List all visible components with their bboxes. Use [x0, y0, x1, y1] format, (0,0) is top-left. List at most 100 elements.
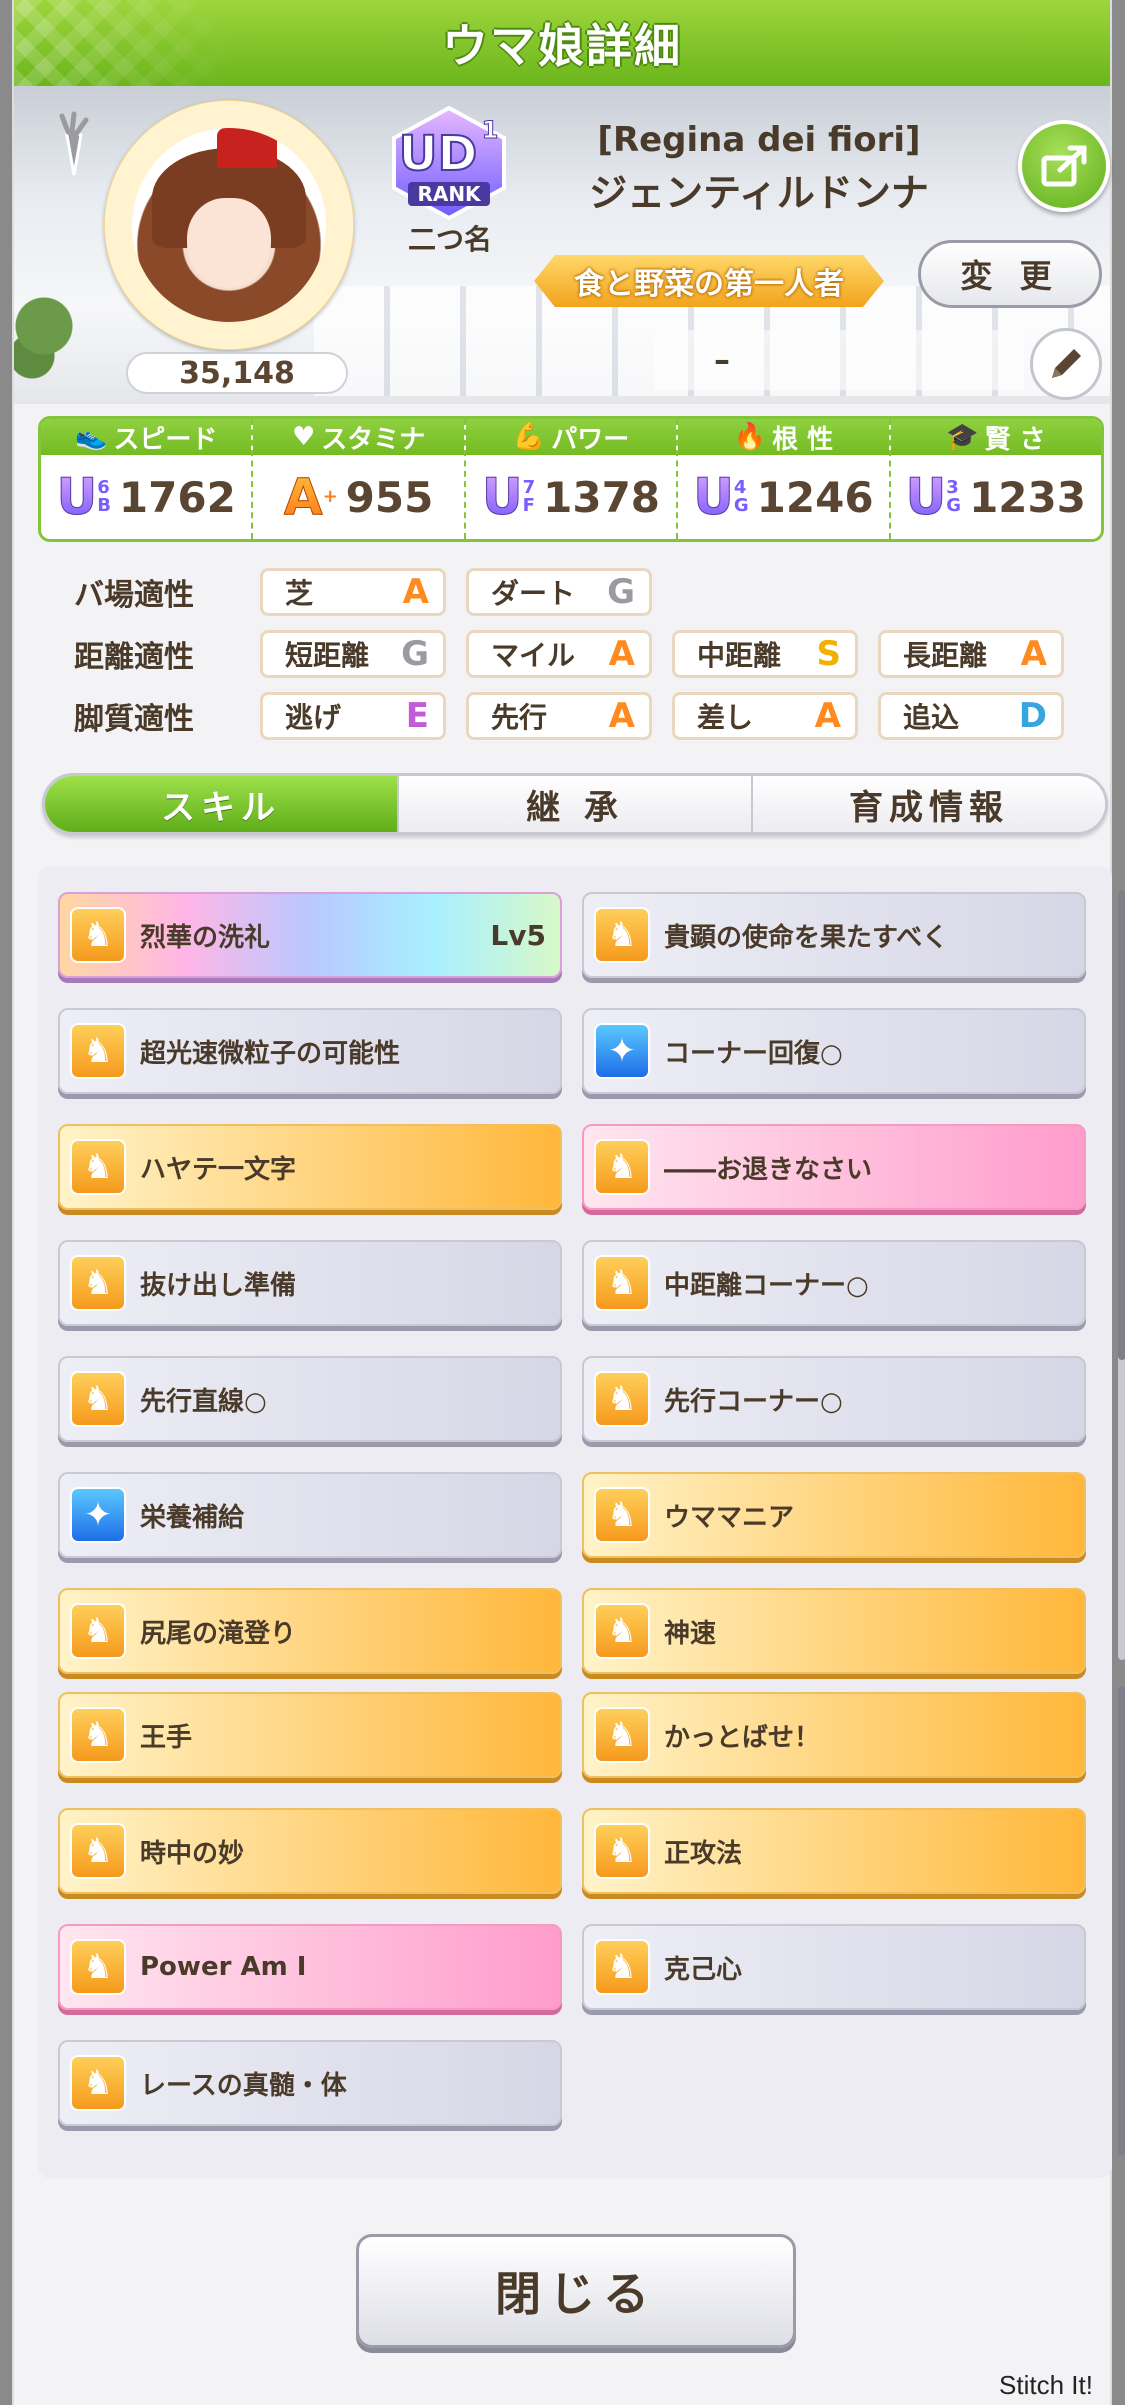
heart-icon: ♥ [291, 422, 316, 452]
scroll-thumb[interactable] [1118, 890, 1125, 1360]
skill-item[interactable]: ♞ 超光速微粒子の可能性 [58, 1008, 562, 1094]
skill-name: 時中の妙 [140, 1838, 245, 1869]
horse-icon: ♞ [594, 1371, 650, 1427]
skill-item[interactable]: ✦ 栄養補給 [58, 1472, 562, 1558]
skill-item[interactable]: ♞ 王手 [58, 1692, 562, 1778]
horse-icon: ♞ [70, 907, 126, 963]
aptitude-front: 逃げ E [260, 692, 446, 740]
skill-item[interactable]: ♞ 抜け出し準備 [58, 1240, 562, 1326]
stat-guts: 🔥 根 性 U 4G 1246 [678, 419, 891, 539]
stat-grade: A [283, 468, 323, 526]
skill-item[interactable]: ♞ 時中の妙 [58, 1808, 562, 1894]
edit-comment-button[interactable] [1030, 328, 1102, 400]
skill-name: 先行コーナー○ [664, 1386, 843, 1417]
tab-training-info[interactable]: 育成情報 [753, 776, 1105, 832]
fan-count: 35,148 [126, 352, 348, 394]
skill-item[interactable]: ♞ 尻尾の滝登り [58, 1588, 562, 1674]
tab-inheritance[interactable]: 継 承 [399, 776, 753, 832]
skill-name: 尻尾の滝登り [140, 1618, 297, 1649]
skill-item[interactable]: ♞ 先行コーナー○ [582, 1356, 1086, 1442]
skill-name: レースの真髄・体 [140, 2070, 347, 2101]
horse-icon: ♞ [594, 1823, 650, 1879]
skill-name: 抜け出し準備 [140, 1270, 297, 1301]
arm-icon: 💪 [512, 422, 546, 452]
sparkle-icon: ✦ [70, 1487, 126, 1543]
aptitude-label: 脚質適性 [74, 702, 194, 737]
horse-icon: ♞ [70, 1603, 126, 1659]
title-bar: ウマ娘詳細 [14, 0, 1110, 86]
horse-icon: ♞ [70, 1023, 126, 1079]
skill-item[interactable]: ♞ 先行直線○ [58, 1356, 562, 1442]
horse-icon: ♞ [70, 1255, 126, 1311]
close-button[interactable]: 閉じる [356, 2234, 796, 2348]
distance-aptitude-row: 距離適性 短距離 G マイル A 中距離 S 長距離 A [74, 628, 1084, 680]
skill-name: 神速 [664, 1618, 717, 1649]
aptitude-turf: 芝A [260, 568, 446, 616]
skill-name: 超光速微粒子の可能性 [140, 1038, 401, 1069]
avatar[interactable] [132, 128, 326, 322]
shoe-icon: 👟 [75, 422, 108, 452]
stat-grade: U [481, 468, 523, 526]
skill-item[interactable]: ✦ コーナー回復○ [582, 1008, 1086, 1094]
skill-level: Lv5 [490, 918, 546, 952]
detail-panel: ウマ娘詳細 35,148 UD 1 RANK 二つ名 [Regina dei f… [12, 0, 1125, 2405]
skill-name: 正攻法 [664, 1838, 743, 1869]
aptitude-sprint: 短距離 G [260, 630, 446, 678]
style-aptitude-row: 脚質適性 逃げ E 先行 A 差し A 追込 D [74, 690, 1084, 742]
horse-icon: ♞ [594, 1255, 650, 1311]
sparkle-icon: ✦ [594, 1023, 650, 1079]
aptitude-late: 差し A [672, 692, 858, 740]
stat-wisdom: 🎓 賢 さ U 3G 1233 [890, 419, 1101, 539]
tab-skills[interactable]: スキル [45, 776, 399, 832]
stat-panel: 👟 スピード U 6B 1762 ♥ スタミナ A + 955 💪 パワー U 7F … [38, 416, 1104, 542]
share-button[interactable] [1018, 120, 1110, 212]
skill-item[interactable]: ♞ ハヤテ一文字 [58, 1124, 562, 1210]
scroll-thumb[interactable] [1118, 1686, 1125, 2156]
window-title: ウマ娘詳細 [442, 19, 682, 73]
skill-item[interactable]: ♞ 神速 [582, 1588, 1086, 1674]
horse-icon: ♞ [594, 1707, 650, 1763]
skill-name: ハヤテ一文字 [140, 1154, 297, 1185]
skill-item[interactable]: ♞ レースの真髄・体 [58, 2040, 562, 2126]
aptitude-long: 長距離 A [878, 630, 1064, 678]
skill-name: かっとばせ！ [664, 1722, 821, 1753]
stat-grade: U [905, 468, 947, 526]
skill-name: 烈華の洗礼 [140, 922, 271, 953]
epithet: [Regina dei fiori] [597, 120, 921, 160]
track-aptitude-row: バ場適性 芝A ダート G [74, 566, 672, 618]
skill-name: コーナー回復○ [664, 1038, 843, 1069]
horse-name: ジェンティルドンナ [589, 171, 929, 215]
skill-name: 克己心 [664, 1954, 743, 1985]
nickname-label: 二つ名 [407, 223, 492, 256]
change-title-button[interactable]: 変 更 [918, 240, 1102, 308]
skill-list[interactable]: ♞ 烈華の洗礼 Lv5 ♞ 貴顕の使命を果たすべく ♞ 超光速微粒子の可能性 ✦ コーナー回復○… [38, 866, 1125, 2178]
scrollbar-bottom[interactable] [1118, 1686, 1125, 2156]
title-pattern [14, 0, 234, 86]
comment-field: – [654, 330, 1024, 390]
skill-item[interactable]: ♞ Power Am I [58, 1924, 562, 2010]
skill-name: 中距離コーナー○ [664, 1270, 869, 1301]
skill-item[interactable]: ♞ 正攻法 [582, 1808, 1086, 1894]
skill-item[interactable]: ♞ ウママニア [582, 1472, 1086, 1558]
skill-item[interactable]: ♞ 貴顕の使命を果たすべく [582, 892, 1086, 978]
skill-name: Power Am I [140, 1952, 307, 1982]
carrot-icon[interactable] [46, 110, 96, 180]
skill-item[interactable]: ♞ 中距離コーナー○ [582, 1240, 1086, 1326]
horse-icon: ♞ [594, 1939, 650, 1995]
stat-value: 1246 [756, 472, 874, 522]
aptitude-mile: マイル A [466, 630, 652, 678]
svg-text:1: 1 [482, 116, 499, 144]
horse-icon: ♞ [70, 1371, 126, 1427]
skill-item[interactable]: ♞ ――お退きなさい [582, 1124, 1086, 1210]
skill-item[interactable]: ♞ 烈華の洗礼 Lv5 [58, 892, 562, 978]
watermark: Stitch It! [999, 2370, 1093, 2400]
skill-item[interactable]: ♞ 克己心 [582, 1924, 1086, 2010]
horse-icon: ♞ [70, 2055, 126, 2111]
scrollbar-top[interactable] [1118, 890, 1125, 1660]
skill-item[interactable]: ♞ かっとばせ！ [582, 1692, 1086, 1778]
aptitude-medium: 中距離 S [672, 630, 858, 678]
aptitude-label: 距離適性 [74, 640, 194, 675]
horse-icon: ♞ [594, 1487, 650, 1543]
title-ribbon: 食と野菜の第一人者 [534, 255, 884, 307]
skill-name: ウママニア [664, 1502, 795, 1533]
